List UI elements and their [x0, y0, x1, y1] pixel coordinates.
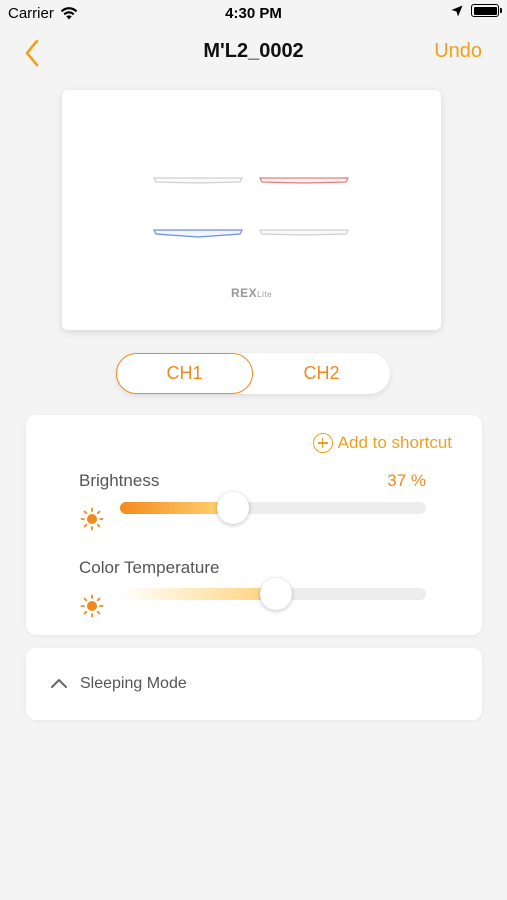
chevron-up-icon	[51, 679, 67, 688]
light-bar-bottom-left	[153, 229, 243, 238]
brand-sub: Lite	[257, 290, 273, 299]
sleeping-mode-label: Sleeping Mode	[80, 675, 187, 692]
clock: 4:30 PM	[225, 5, 282, 22]
sun-icon	[80, 594, 104, 618]
location-arrow-icon	[451, 5, 463, 16]
device-preview-card: REXLite	[62, 90, 441, 330]
status-bar: Carrier 4:30 PM	[0, 0, 507, 28]
sun-icon	[80, 507, 104, 531]
brightness-label: Brightness	[79, 471, 160, 490]
brightness-slider-thumb[interactable]	[217, 492, 250, 524]
plus-circle-icon	[312, 433, 333, 453]
light-bar-top-left	[153, 177, 243, 184]
brightness-slider[interactable]	[120, 492, 426, 524]
page-title: M'L2_0002	[203, 40, 304, 62]
color-temperature-slider-fill	[120, 588, 277, 600]
status-right	[451, 4, 502, 17]
brightness-value: 37 %	[387, 471, 426, 490]
color-temperature-label: Color Temperature	[79, 558, 220, 577]
light-bar-top-right	[259, 177, 349, 184]
channel-ch1-button[interactable]: CH1	[116, 353, 253, 394]
navigation-bar: M'L2_0002 Undo	[0, 28, 507, 76]
undo-button[interactable]: Undo	[434, 40, 482, 63]
channel-ch2-button[interactable]: CH2	[253, 353, 390, 394]
light-bar-bottom-right	[259, 229, 349, 236]
sleeping-mode-row[interactable]: Sleeping Mode	[26, 648, 482, 720]
add-to-shortcut-button[interactable]: Add to shortcut	[312, 433, 452, 453]
light-control-card: Add to shortcut Brightness 37 % Color Te…	[26, 415, 482, 635]
color-temperature-slider[interactable]	[120, 578, 426, 610]
channel-segmented-control: CH1 CH2	[116, 353, 390, 394]
brand-name: REX	[230, 286, 258, 300]
battery-icon	[471, 4, 502, 17]
add-to-shortcut-label: Add to shortcut	[337, 433, 452, 452]
brand-logo: REXLite	[62, 286, 441, 300]
color-temperature-slider-thumb[interactable]	[260, 578, 293, 610]
